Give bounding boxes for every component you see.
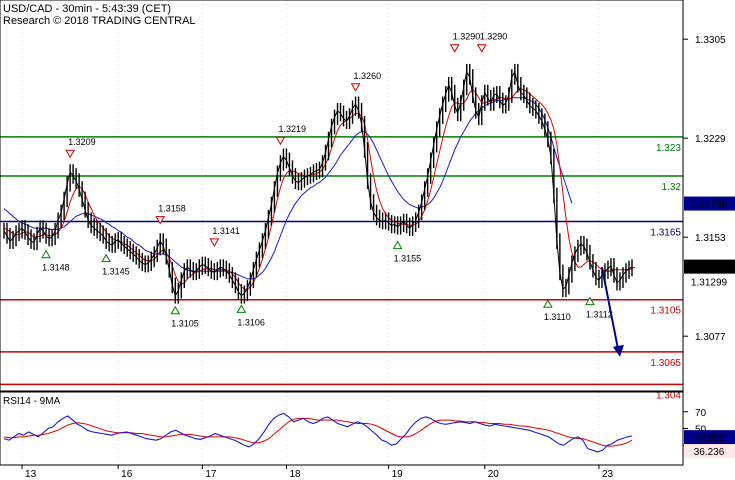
high-label: 1.3219: [278, 124, 306, 134]
y-tick-label: 1.3077: [695, 332, 726, 343]
level-label: 1.3105: [650, 306, 681, 317]
x-tick-label: 13: [25, 469, 37, 480]
level-label: 1.3165: [650, 228, 681, 239]
rsi-ma-value-label: 36.236: [694, 447, 725, 458]
low-label: 1.3112: [586, 310, 613, 320]
low-label: 1.3105: [171, 319, 199, 329]
rsi-title: RSI14 - 9MA: [3, 396, 61, 407]
chart-canvas: 1.3231.321.31651.31051.30651.304 1.32091…: [0, 0, 735, 480]
high-label: 1.3290: [453, 32, 481, 42]
high-label: 1.3290: [480, 32, 508, 42]
high-label: 1.3141: [212, 226, 240, 236]
low-label: 1.3145: [102, 267, 130, 277]
ma-value-label: 1.31299: [691, 277, 728, 288]
pivot-box-label: 1.31798: [691, 200, 728, 211]
x-tick-label: 18: [289, 469, 301, 480]
level-label: 1.32: [662, 182, 682, 193]
high-label: 1.3209: [68, 137, 96, 147]
x-tick-label: 17: [205, 469, 217, 480]
x-tick-label: 16: [121, 469, 133, 480]
x-tick-label: 19: [392, 469, 404, 480]
y-tick-label: 1.3305: [695, 35, 726, 46]
x-tick-label: 23: [602, 469, 614, 480]
x-tick-label: 20: [488, 469, 500, 480]
last-price-label: 1.31304: [691, 263, 728, 274]
rsi-value-label: 40.889: [694, 433, 725, 444]
chart-title: USD/CAD - 30min - 5:43:39 (CET): [3, 3, 171, 15]
level-label: 1.323: [656, 143, 681, 154]
low-label: 1.3110: [544, 312, 571, 322]
y-tick-label: 1.3229: [695, 134, 726, 145]
low-label: 1.3106: [237, 317, 265, 327]
rsi-y-tick-label: 70: [695, 408, 707, 419]
high-label: 1.3260: [354, 71, 382, 81]
high-label: 1.3158: [158, 204, 186, 214]
research-credit: Research © 2018 TRADING CENTRAL: [3, 15, 196, 27]
level-label: 1.3065: [650, 358, 681, 369]
y-tick-label: 1.3153: [695, 233, 726, 244]
low-label: 1.3148: [42, 263, 70, 273]
low-label: 1.3155: [394, 254, 422, 264]
